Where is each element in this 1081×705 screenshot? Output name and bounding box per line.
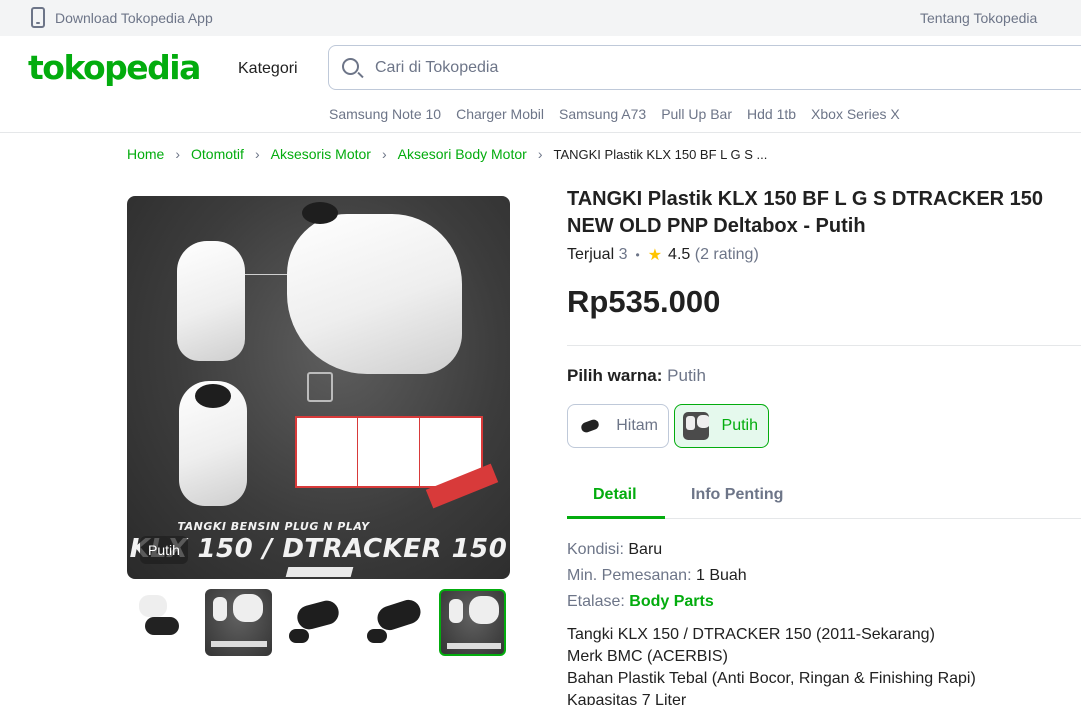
tab-info-penting[interactable]: Info Penting [691, 486, 783, 504]
thumb-tank-shape [233, 594, 263, 622]
phone-icon [31, 7, 45, 28]
keyword-link[interactable]: Xbox Series X [811, 106, 900, 122]
keyword-link[interactable]: Samsung A73 [559, 106, 646, 122]
chevron-right-icon: › [175, 146, 181, 162]
thumb-caption-shape [211, 641, 267, 647]
spec-label: Min. Pemesanan: [567, 567, 692, 584]
rating-count[interactable]: (2 rating) [695, 246, 759, 264]
product-title: TANGKI Plastik KLX 150 BF L G S DTRACKER… [567, 188, 1044, 237]
description-line: Tangki KLX 150 / DTRACKER 150 (2011-Seka… [567, 626, 935, 643]
thumbnail-4[interactable] [361, 589, 428, 656]
thumbnail-3[interactable] [283, 589, 350, 656]
sold-label: Terjual [567, 246, 615, 263]
thumbnail-5[interactable] [439, 589, 506, 656]
tank-angled-illustration [287, 214, 462, 374]
spec-value: 1 Buah [695, 567, 747, 584]
etalase-link[interactable]: Body Parts [629, 593, 713, 610]
popular-keywords: Samsung Note 10 Charger Mobil Samsung A7… [329, 106, 915, 122]
thumbnail-2[interactable] [205, 589, 272, 656]
variant-thumbnail [576, 412, 604, 440]
description-line: Merk BMC (ACERBIS) [567, 648, 728, 665]
breadcrumb-aksesoris-motor[interactable]: Aksesoris Motor [271, 146, 371, 162]
variant-heading: Pilih warna: Putih [567, 366, 706, 386]
star-icon: ★ [647, 247, 663, 264]
spec-label: Kondisi: [567, 541, 624, 558]
thumb-tank-shape [374, 596, 424, 634]
breadcrumb-otomotif[interactable]: Otomotif [191, 146, 244, 162]
thumb-tank-shape [213, 597, 227, 621]
separator-dot: • [635, 248, 640, 262]
sold-count: 3 [618, 246, 628, 263]
spec-row-kondisi: Kondisi: Baru [567, 537, 747, 563]
spec-label: Etalase: [567, 593, 625, 610]
chevron-right-icon: › [537, 146, 543, 162]
thumb-tank-shape [294, 597, 342, 633]
variant-label: Pilih warna: [567, 366, 663, 385]
thumb-tank-shape [469, 596, 499, 624]
image-caption-sub: TANGKI BENSIN PLUG N PLAY [177, 520, 370, 533]
thumb-tank-shape [449, 599, 463, 623]
search-icon[interactable] [342, 58, 359, 75]
thumbnail-1[interactable] [127, 589, 194, 656]
search-input[interactable] [375, 57, 875, 79]
spec-value: Baru [628, 541, 663, 558]
chevron-right-icon: › [254, 146, 260, 162]
download-app-link[interactable]: Download Tokopedia App [55, 10, 213, 26]
tokopedia-logo[interactable]: tokopedia [28, 48, 201, 87]
active-tab-indicator [567, 516, 665, 519]
petcock-illustration [307, 372, 333, 402]
sold-rating-row: Terjual 3 • ★ 4.5 (2 rating) [567, 245, 759, 265]
price-divider [567, 345, 1081, 346]
variant-selected-value: Putih [667, 366, 706, 385]
chevron-right-icon: › [381, 146, 387, 162]
search-bar[interactable] [328, 45, 1081, 90]
keyword-link[interactable]: Pull Up Bar [661, 106, 732, 122]
variant-option-hitam[interactable]: Hitam [567, 404, 669, 448]
breadcrumb-current: TANGKI Plastik KLX 150 BF L G S ... [553, 146, 768, 162]
variant-badge: Putih [140, 536, 188, 564]
tank-cap [302, 202, 338, 224]
variant-option-putih[interactable]: Putih [674, 404, 769, 448]
breadcrumb: Home › Otomotif › Aksesoris Motor › Akse… [127, 146, 767, 162]
keyword-link[interactable]: Samsung Note 10 [329, 106, 441, 122]
product-main-image[interactable]: TANGKI BENSIN PLUG N PLAY KLX 150 / DTRA… [127, 196, 510, 579]
rating-value: 4.5 [668, 246, 691, 263]
product-price: Rp535.000 [567, 284, 721, 319]
product-tabs: Detail Info Penting [567, 472, 1081, 519]
tank-cap [195, 384, 231, 408]
keyword-link[interactable]: Hdd 1tb [747, 106, 796, 122]
variant-thumbnail [683, 412, 709, 440]
top-bar: Download Tokopedia App Tentang Tokopedia [0, 0, 1081, 36]
thumb-tank-shape [367, 629, 387, 643]
thumb-tank-shape [139, 595, 167, 617]
thumb-tank-shape [289, 629, 309, 643]
product-description: Tangki KLX 150 / DTRACKER 150 (2011-Seka… [567, 624, 976, 705]
spec-row-min-order: Min. Pemesanan: 1 Buah [567, 563, 747, 589]
leader-line [245, 274, 291, 275]
breadcrumb-aksesori-body-motor[interactable]: Aksesori Body Motor [398, 146, 527, 162]
breadcrumb-home[interactable]: Home [127, 146, 164, 162]
thumb-tank-shape [145, 617, 179, 635]
about-link[interactable]: Tentang Tokopedia [920, 10, 1037, 26]
description-line: Bahan Plastik Tebal (Anti Bocor, Ringan … [567, 670, 976, 687]
header-divider [0, 132, 1081, 133]
spec-row-etalase: Etalase: Body Parts [567, 589, 747, 615]
thumbnail-strip [127, 589, 517, 656]
keyword-link[interactable]: Charger Mobil [456, 106, 544, 122]
variant-option-label: Hitam [616, 417, 658, 434]
kategori-menu[interactable]: Kategori [238, 60, 298, 78]
variant-option-label: Putih [721, 417, 758, 434]
white-series-badge-graphic [285, 567, 354, 577]
product-specs: Kondisi: Baru Min. Pemesanan: 1 Buah Eta… [567, 537, 747, 615]
tank-side-illustration [177, 241, 245, 361]
tab-detail[interactable]: Detail [593, 486, 637, 504]
thumb-caption-shape [447, 643, 501, 649]
description-line: Kapasitas 7 Liter [567, 692, 687, 705]
